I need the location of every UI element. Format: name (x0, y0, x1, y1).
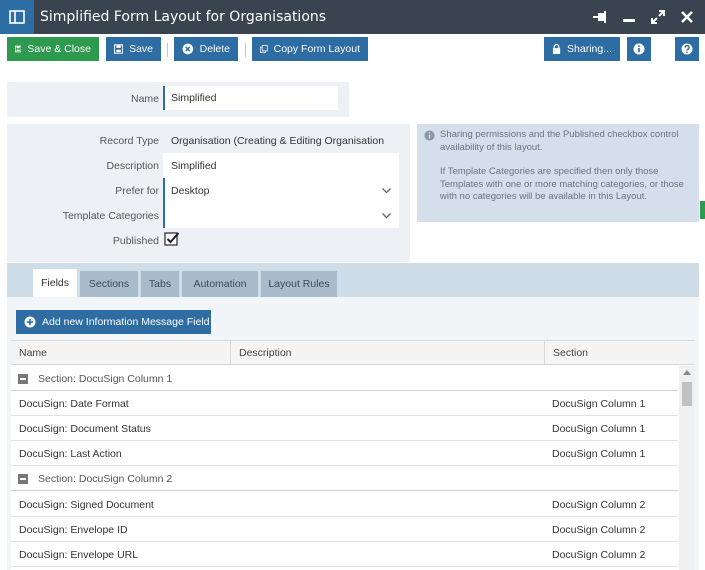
checkmark-icon (164, 232, 180, 246)
prefer-for-select[interactable]: Desktop (163, 178, 399, 203)
name-label: Name (130, 93, 159, 105)
fields-grid: Name Description Section Section: DocuSi… (11, 340, 695, 570)
grid-header: Name Description Section (11, 340, 695, 365)
name-input[interactable]: Simplified (163, 86, 338, 110)
table-row[interactable]: DocuSign: Envelope ID DocuSign Column 2 (11, 517, 678, 542)
delete-icon (182, 43, 194, 55)
group-row[interactable]: Section: DocuSign Column 2 (11, 466, 678, 491)
save-button[interactable]: Save (106, 37, 161, 61)
published-checkbox[interactable] (164, 231, 180, 247)
info-button[interactable] (627, 37, 651, 61)
tab-sections[interactable]: Sections (80, 271, 138, 297)
save-close-label: Save & Close (27, 43, 91, 55)
prefer-for-value: Desktop (171, 184, 210, 197)
field-name: DocuSign: Last Action (19, 448, 122, 460)
minimize-icon[interactable] (621, 9, 637, 25)
table-row[interactable]: DocuSign: Last Action DocuSign Column 1 (11, 441, 678, 466)
info-text-categories: If Template Categories are specified the… (440, 166, 684, 202)
copy-form-layout-label: Copy Form Layout (273, 43, 360, 55)
toolbar: Save & Close Save Delete Copy Form Layou… (0, 34, 705, 66)
grid-scrollbar[interactable] (679, 366, 695, 570)
field-section: DocuSign Column 2 (552, 499, 646, 511)
info-icon (424, 130, 435, 141)
maximize-icon[interactable] (650, 9, 666, 25)
record-type-value: Organisation (Creating & Editing Organis… (171, 135, 385, 147)
close-icon[interactable] (679, 9, 695, 25)
group-title: Section: DocuSign Column 1 (38, 373, 173, 385)
chevron-down-icon (382, 212, 391, 218)
layout-icon (0, 0, 34, 34)
field-name: DocuSign: Envelope ID (19, 524, 128, 536)
field-name: DocuSign: Envelope URL (19, 549, 139, 561)
copy-form-layout-button[interactable]: Copy Form Layout (252, 37, 368, 61)
table-row[interactable]: DocuSign: Date Format DocuSign Column 1 (11, 391, 678, 416)
table-row[interactable]: DocuSign: Signed Document DocuSign Colum… (11, 492, 678, 517)
sharing-label: Sharing... (567, 43, 612, 55)
toolbar-divider (245, 43, 246, 57)
lock-icon (552, 43, 561, 54)
add-information-message-field-button[interactable]: Add new Information Message Field (16, 310, 211, 334)
field-section: DocuSign Column 1 (552, 423, 646, 435)
info-panel: Sharing permissions and the Published ch… (417, 124, 699, 222)
title-bar: Simplified Form Layout for Organisations (0, 0, 705, 34)
column-header-name[interactable]: Name (11, 341, 230, 365)
sharing-button[interactable]: Sharing... (544, 37, 620, 61)
field-name: DocuSign: Signed Document (19, 499, 154, 511)
window-title: Simplified Form Layout for Organisations (40, 9, 327, 25)
template-categories-label: Template Categories (62, 210, 159, 222)
column-header-section[interactable]: Section (544, 341, 695, 365)
description-input[interactable]: Simplified (163, 153, 399, 178)
tab-fields[interactable]: Fields (33, 269, 77, 297)
field-section: DocuSign Column 2 (552, 549, 646, 561)
field-section: DocuSign Column 2 (552, 524, 646, 536)
floppy-icon (114, 44, 124, 54)
table-row[interactable]: DocuSign: Envelope URL DocuSign Column 2 (11, 542, 678, 567)
help-button[interactable] (675, 37, 699, 61)
field-section: DocuSign Column 1 (552, 448, 646, 460)
chevron-down-icon (382, 187, 391, 193)
table-row[interactable]: DocuSign: Document Status DocuSign Colum… (11, 416, 678, 441)
scroll-up-icon[interactable] (683, 370, 691, 375)
description-label: Description (106, 160, 159, 172)
delete-label: Delete (199, 43, 230, 55)
collapse-icon[interactable] (18, 374, 28, 384)
toolbar-divider (167, 43, 168, 57)
record-type-label: Record Type (99, 135, 159, 147)
field-name: DocuSign: Date Format (19, 398, 129, 410)
prefer-for-label: Prefer for (115, 185, 159, 197)
save-close-button[interactable]: Save & Close (7, 37, 99, 61)
group-row[interactable]: Section: DocuSign Column 1 (11, 366, 678, 391)
edge-accent (700, 201, 705, 219)
collapse-icon[interactable] (18, 474, 28, 484)
scrollbar-thumb[interactable] (682, 382, 692, 406)
tab-strip: Fields Sections Tabs Automation Layout R… (7, 263, 699, 297)
published-label: Published (112, 235, 159, 247)
field-section: DocuSign Column 1 (552, 398, 646, 410)
tab-layout-rules[interactable]: Layout Rules (261, 271, 337, 297)
delete-button[interactable]: Delete (174, 37, 238, 61)
tab-tabs[interactable]: Tabs (141, 271, 179, 297)
info-text-sharing: Sharing permissions and the Published ch… (440, 129, 679, 153)
field-name: DocuSign: Document Status (19, 423, 151, 435)
info-icon (633, 43, 645, 55)
add-field-label: Add new Information Message Field (42, 316, 210, 328)
help-icon (681, 43, 693, 55)
pin-icon[interactable] (592, 9, 608, 25)
floppy-icon (15, 45, 22, 53)
plus-circle-icon (24, 316, 36, 328)
template-categories-select[interactable] (163, 203, 399, 228)
copy-icon (260, 45, 268, 53)
column-header-description[interactable]: Description (230, 341, 544, 365)
save-label: Save (129, 43, 153, 55)
tab-automation[interactable]: Automation (182, 271, 258, 297)
group-title: Section: DocuSign Column 2 (38, 473, 173, 485)
